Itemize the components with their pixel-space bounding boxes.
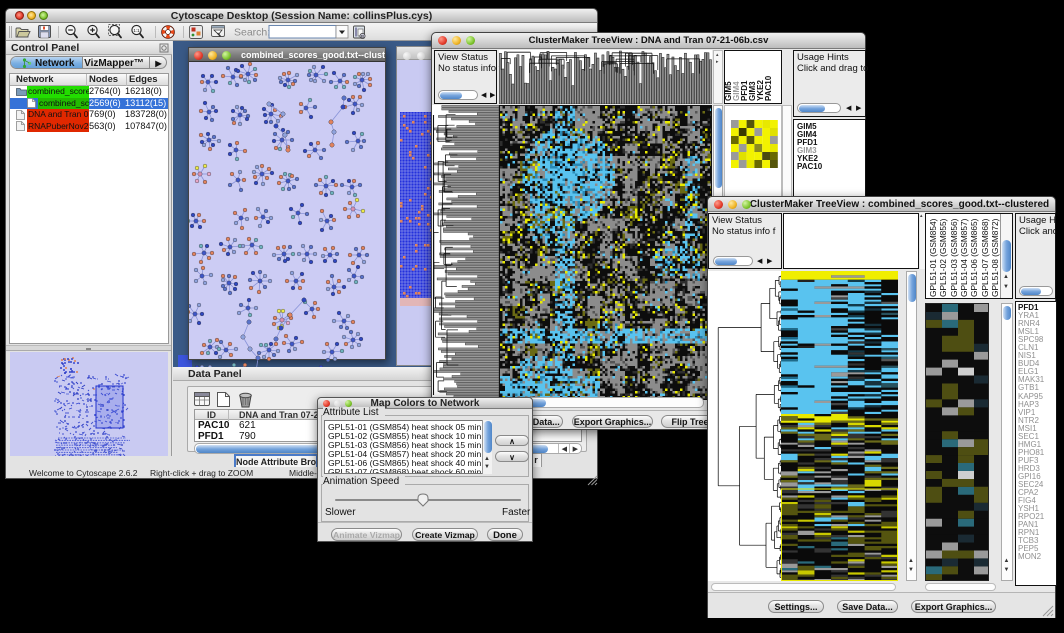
svg-text:B: B: [361, 34, 364, 39]
svg-text:Search:: Search:: [234, 27, 270, 39]
svg-text:1:1: 1:1: [133, 28, 140, 33]
